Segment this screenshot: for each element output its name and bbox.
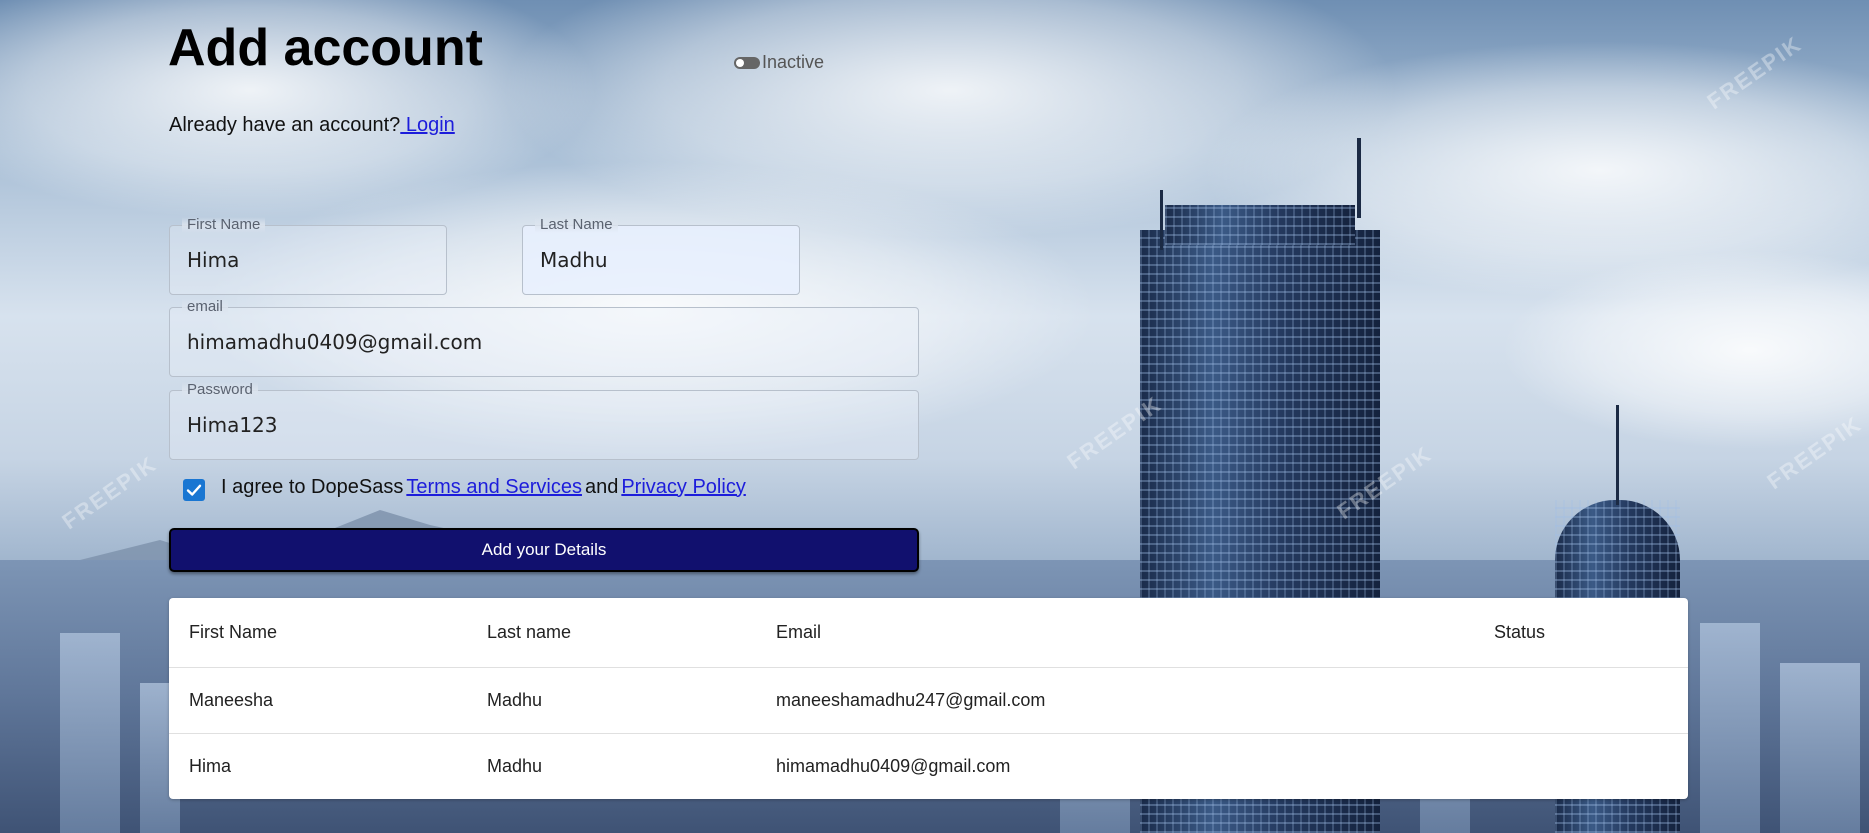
cell-first-name: Hima [189, 756, 232, 776]
email-field[interactable]: email himamadhu0409@gmail.com [169, 299, 919, 377]
email-value[interactable]: himamadhu0409@gmail.com [187, 308, 482, 376]
password-value[interactable]: Hima123 [187, 391, 278, 459]
cell-last-name: Madhu [487, 756, 543, 776]
toggle-switch-icon[interactable] [734, 56, 760, 69]
accounts-table-grid: First Name Last name Email Status Manees… [169, 598, 1688, 799]
add-details-button[interactable]: Add your Details [169, 528, 919, 572]
accounts-table: First Name Last name Email Status Manees… [169, 598, 1688, 799]
first-name-field[interactable]: First Name Hima [169, 217, 447, 295]
page-title: Add account [168, 19, 483, 77]
status-toggle[interactable]: Inactive [734, 52, 824, 73]
privacy-link[interactable]: Privacy Policy [621, 476, 745, 499]
column-header-first-name: First Name [169, 598, 467, 668]
terms-agreement: I agree to DopeSass Terms and Services a… [183, 473, 749, 501]
checkmark-icon [186, 484, 202, 496]
agree-checkbox[interactable] [183, 479, 205, 501]
cell-last-name: Madhu [467, 667, 756, 734]
column-header-status: Status [1474, 598, 1688, 668]
agree-and-text: and [584, 475, 619, 498]
cell-email: maneeshamadhu247@gmail.com [756, 667, 1474, 734]
cell-status [1474, 734, 1688, 800]
table-header-row: First Name Last name Email Status [169, 598, 1688, 668]
terms-link[interactable]: Terms and Services [406, 476, 582, 499]
add-account-page: Add account Inactive Already have an acc… [0, 0, 1869, 833]
login-prompt-text: Already have an account? [169, 114, 401, 136]
table-row[interactable]: Maneesha Madhu maneeshamadhu247@gmail.co… [169, 667, 1688, 734]
column-header-email: Email [756, 598, 1474, 668]
login-link[interactable]: Login [400, 114, 455, 136]
column-header-last-name: Last name [467, 598, 756, 668]
cell-status [1474, 667, 1688, 734]
table-row[interactable]: Hima Madhu himamadhu0409@gmail.com [169, 734, 1688, 800]
last-name-value[interactable]: Madhu [540, 226, 608, 294]
last-name-field[interactable]: Last Name Madhu [522, 217, 800, 295]
login-prompt: Already have an account? Login [169, 114, 455, 137]
cell-first-name: Maneesha [169, 667, 467, 734]
cell-email: himamadhu0409@gmail.com [776, 756, 1011, 776]
status-toggle-label: Inactive [762, 52, 825, 72]
agree-text: I agree to DopeSass [221, 475, 404, 498]
password-field[interactable]: Password Hima123 [169, 382, 919, 460]
first-name-value[interactable]: Hima [187, 226, 239, 294]
